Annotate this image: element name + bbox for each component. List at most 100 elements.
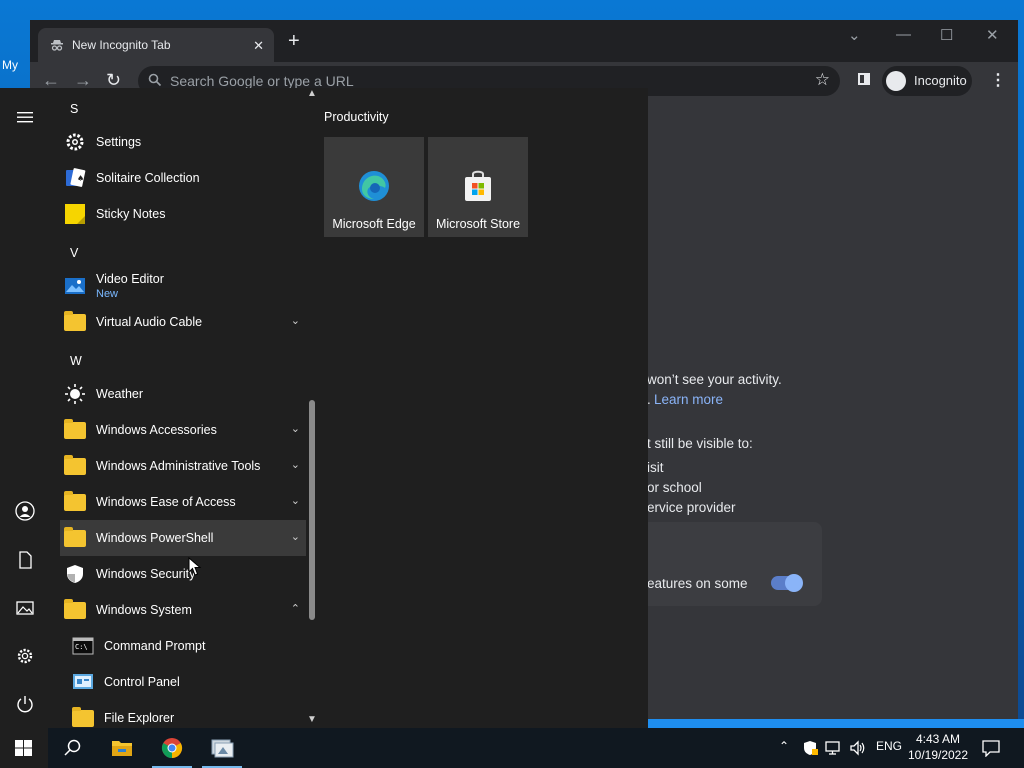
side-panel-icon[interactable] (858, 73, 870, 85)
solitaire-cards-icon: ♠ (66, 168, 86, 187)
svg-text:♠: ♠ (77, 174, 84, 183)
app-label: Windows PowerShell (96, 531, 214, 545)
close-window-button[interactable]: ✕ (986, 26, 999, 44)
network-icon[interactable] (825, 740, 843, 756)
edge-icon (359, 171, 389, 201)
letter-header-w[interactable]: W (70, 354, 82, 368)
incognito-label: Incognito (914, 73, 967, 88)
volume-icon[interactable] (849, 740, 867, 756)
bookmark-star-icon[interactable]: ☆ (815, 70, 830, 90)
start-rail (0, 88, 48, 728)
cookie-setting-text: eatures on some (647, 576, 748, 591)
hamburger-menu-icon[interactable] (14, 106, 36, 128)
desktop-strip (632, 719, 1024, 728)
app-label: Weather (96, 387, 144, 401)
desktop-icon-label[interactable]: My (2, 58, 18, 72)
folder-icon (64, 599, 86, 619)
chrome-menu-icon[interactable]: ⋮ (990, 70, 1006, 90)
clock-date: 10/19/2022 (907, 748, 969, 762)
app-label: File Explorer (104, 711, 175, 725)
tab-strip: New Incognito Tab ✕ + ⌄ — ☐ ✕ (30, 20, 1018, 62)
app-label: Sticky Notes (96, 207, 166, 221)
chevron-down-icon: ⌄ (290, 531, 300, 543)
address-bar-placeholder: Search Google or type a URL (170, 73, 354, 89)
learn-more-link[interactable]: Learn more (654, 392, 723, 407)
clock[interactable]: 4:43 AM 10/19/2022 (898, 731, 978, 763)
folder-windows-administrative-tools[interactable]: Windows Administrative Tools ⌄ (60, 448, 306, 484)
tile-group-title[interactable]: Productivity (324, 110, 389, 124)
chevron-up-icon: ⌃ (290, 603, 300, 615)
folder-windows-powershell[interactable]: Windows PowerShell ⌄ (60, 520, 306, 556)
app-video-editor[interactable]: Video Editor New (60, 268, 306, 304)
new-tab-button[interactable]: + (288, 31, 300, 51)
weather-sun-icon (65, 384, 85, 404)
incognito-list-item: isit (647, 460, 664, 475)
tab-close-icon[interactable]: ✕ (253, 38, 264, 54)
scroll-down-arrow-icon[interactable]: ▼ (307, 714, 317, 725)
toggle-knob (785, 574, 803, 592)
app-windows-security[interactable]: Windows Security (60, 556, 306, 592)
pictures-icon[interactable] (14, 597, 36, 619)
app-solitaire-collection[interactable]: ♠ Solitaire Collection (60, 160, 306, 196)
block-cookies-toggle[interactable] (771, 574, 803, 592)
sticky-note-icon (65, 204, 85, 224)
security-shield-icon[interactable] (802, 740, 818, 756)
incognito-list-item: or school (647, 480, 702, 495)
chevron-down-icon: ⌄ (290, 315, 300, 327)
windows-logo-icon (15, 740, 32, 756)
show-hidden-icons[interactable]: ⌃ (779, 739, 789, 753)
app-label: Virtual Audio Cable (96, 315, 203, 329)
user-account-icon[interactable] (14, 500, 36, 522)
app-command-prompt[interactable]: C:\ Command Prompt (60, 628, 306, 664)
app-list-scrollbar[interactable]: ▲ ▼ (306, 88, 318, 728)
power-icon[interactable] (14, 693, 36, 715)
start-menu: S Settings ♠ Solitaire Collection Sticky… (0, 88, 648, 728)
incognito-avatar-icon (886, 71, 906, 91)
app-control-panel[interactable]: Control Panel (60, 664, 306, 700)
settings-gear-icon[interactable] (14, 645, 36, 667)
tab-new-incognito[interactable]: New Incognito Tab ✕ (38, 28, 274, 62)
taskbar-file-explorer[interactable] (98, 728, 146, 768)
folder-windows-accessories[interactable]: Windows Accessories ⌄ (60, 412, 306, 448)
taskbar-app[interactable] (198, 728, 246, 768)
folder-virtual-audio-cable[interactable]: Virtual Audio Cable ⌄ (60, 304, 306, 340)
taskbar: ⌃ ENG 4:43 AM 10/19/2022 (0, 728, 1024, 768)
search-button[interactable] (48, 728, 96, 768)
folder-windows-ease-of-access[interactable]: Windows Ease of Access ⌄ (60, 484, 306, 520)
app-file-explorer[interactable]: File Explorer (60, 700, 306, 728)
svg-text:C:\: C:\ (75, 643, 88, 651)
letter-header-v[interactable]: V (70, 246, 78, 260)
notification-icon[interactable] (982, 739, 1000, 757)
app-weather[interactable]: Weather (60, 376, 306, 412)
app-settings[interactable]: Settings (60, 124, 306, 160)
tile-microsoft-edge[interactable]: Microsoft Edge (324, 137, 424, 237)
chevron-down-icon: ⌄ (290, 459, 300, 471)
documents-icon[interactable] (14, 549, 36, 571)
app-label: Video Editor (96, 272, 164, 286)
tab-search-icon[interactable]: ⌄ (848, 26, 861, 44)
start-button[interactable] (0, 728, 48, 768)
scrollbar-thumb[interactable] (309, 400, 315, 620)
file-explorer-icon (112, 741, 132, 756)
search-icon (148, 73, 162, 87)
folder-windows-system[interactable]: Windows System ⌃ (60, 592, 306, 628)
taskbar-chrome[interactable] (148, 728, 196, 768)
tile-microsoft-store[interactable]: Microsoft Store (428, 137, 528, 237)
settings-gear-icon (66, 133, 84, 151)
incognito-visible-to: t still be visible to: (647, 436, 753, 451)
letter-header-s[interactable]: S (70, 102, 78, 116)
maximize-button[interactable]: ☐ (940, 26, 953, 44)
command-prompt-icon: C:\ (72, 637, 94, 655)
chevron-down-icon: ⌄ (290, 423, 300, 435)
app-label: Command Prompt (104, 639, 206, 653)
incognito-profile-button[interactable]: Incognito (882, 66, 972, 96)
tile-label: Microsoft Store (435, 217, 521, 231)
tile-label: Microsoft Edge (332, 217, 416, 231)
app-sticky-notes[interactable]: Sticky Notes (60, 196, 306, 232)
minimize-button[interactable]: — (896, 26, 911, 43)
app-label: Solitaire Collection (96, 171, 200, 185)
shield-icon (67, 565, 83, 583)
incognito-list-item: ervice provider (647, 500, 736, 515)
scroll-up-arrow-icon[interactable]: ▲ (307, 88, 317, 99)
search-icon (64, 739, 81, 756)
